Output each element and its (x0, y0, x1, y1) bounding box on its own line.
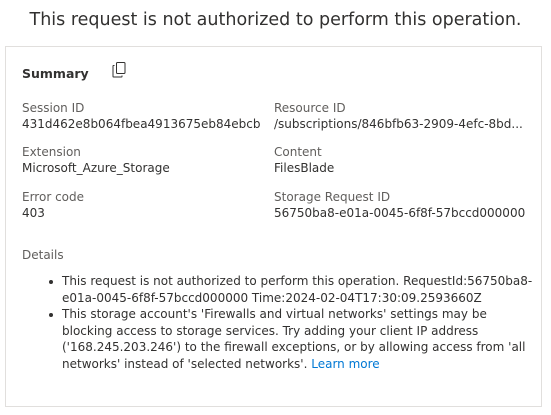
content-value: FilesBlade (274, 161, 335, 175)
extension-value: Microsoft_Azure_Storage (22, 161, 170, 175)
content-label: Content (274, 145, 322, 159)
details-label: Details (22, 248, 64, 262)
error-code-label: Error code (22, 190, 85, 204)
details-item-text: This request is not authorized to perfor… (62, 274, 533, 305)
page-title: This request is not authorized to perfor… (29, 10, 522, 30)
learn-more-link[interactable]: Learn more (311, 357, 379, 371)
storage-request-id-value: 56750ba8-e01a-0045-6f8f-57bccd000000 (274, 206, 526, 220)
details-item-text: This storage account's 'Firewalls and vi… (62, 307, 526, 371)
session-id-value: 431d462e8b064fbea4913675eb84ebcb (22, 117, 261, 131)
extension-label: Extension (22, 145, 81, 159)
copy-icon[interactable] (110, 61, 128, 79)
resource-id-value: /subscriptions/846bfb63-2909-4efc-8bd... (274, 117, 523, 131)
content-field: Content FilesBlade (274, 144, 534, 176)
details-list: This request is not authorized to perfor… (22, 273, 534, 372)
details-item: This storage account's 'Firewalls and vi… (49, 306, 534, 372)
resource-id-field: Resource ID /subscriptions/846bfb63-2909… (274, 100, 534, 132)
storage-request-id-field: Storage Request ID 56750ba8-e01a-0045-6f… (274, 189, 534, 221)
session-id-field: Session ID 431d462e8b064fbea4913675eb84e… (22, 100, 262, 132)
summary-header: Summary (22, 61, 128, 82)
extension-field: Extension Microsoft_Azure_Storage (22, 144, 262, 176)
summary-title: Summary (22, 65, 89, 81)
error-code-field: Error code 403 (22, 189, 262, 221)
details-item: This request is not authorized to perfor… (49, 273, 534, 306)
session-id-label: Session ID (22, 101, 85, 115)
resource-id-label: Resource ID (274, 101, 346, 115)
copy-icon-graphic (112, 62, 126, 78)
error-code-value: 403 (22, 206, 45, 220)
storage-request-id-label: Storage Request ID (274, 190, 391, 204)
error-summary-panel: Summary Session ID 431d462e8b064fbea4913… (5, 46, 542, 407)
